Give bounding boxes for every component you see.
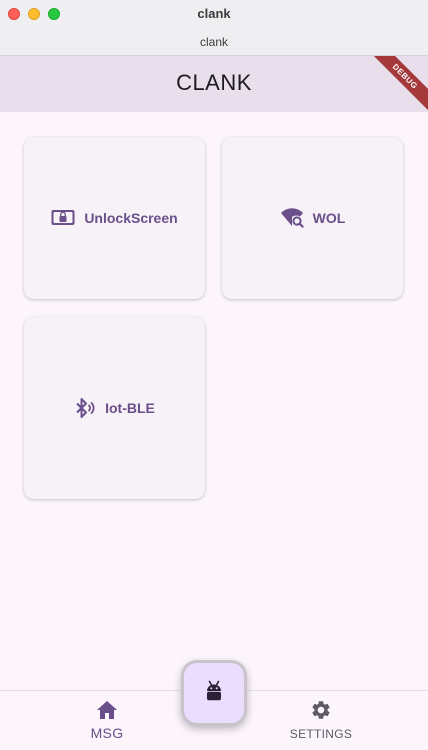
bluetooth-audio-icon	[74, 397, 96, 419]
nav-item-settings[interactable]: SETTINGS	[271, 699, 371, 741]
window-subtitle: clank	[199, 35, 228, 49]
wifi-find-icon	[280, 208, 304, 228]
window-titlebar: clank clank	[0, 0, 428, 56]
window-title: clank	[197, 6, 231, 21]
unlock-screen-card[interactable]: UnlockScreen	[24, 137, 205, 299]
android-icon	[204, 680, 224, 707]
iot-ble-card[interactable]: Iot-BLE	[24, 317, 205, 499]
page-title: CLANK	[176, 70, 252, 95]
nav-label-settings: SETTINGS	[289, 727, 353, 741]
android-fab-button[interactable]	[181, 660, 247, 726]
nav-item-msg[interactable]: MSG	[57, 699, 157, 741]
wol-card[interactable]: WOL	[222, 137, 403, 299]
home-icon	[57, 699, 157, 721]
iot-ble-label: Iot-BLE	[105, 400, 155, 416]
nav-label-msg: MSG	[90, 725, 124, 741]
unlock-screen-label: UnlockScreen	[84, 210, 178, 226]
app-bar: CLANK DEBUG	[0, 56, 428, 112]
screen-lock-icon	[51, 209, 75, 227]
wol-label: WOL	[312, 210, 346, 226]
gear-icon	[271, 699, 371, 721]
